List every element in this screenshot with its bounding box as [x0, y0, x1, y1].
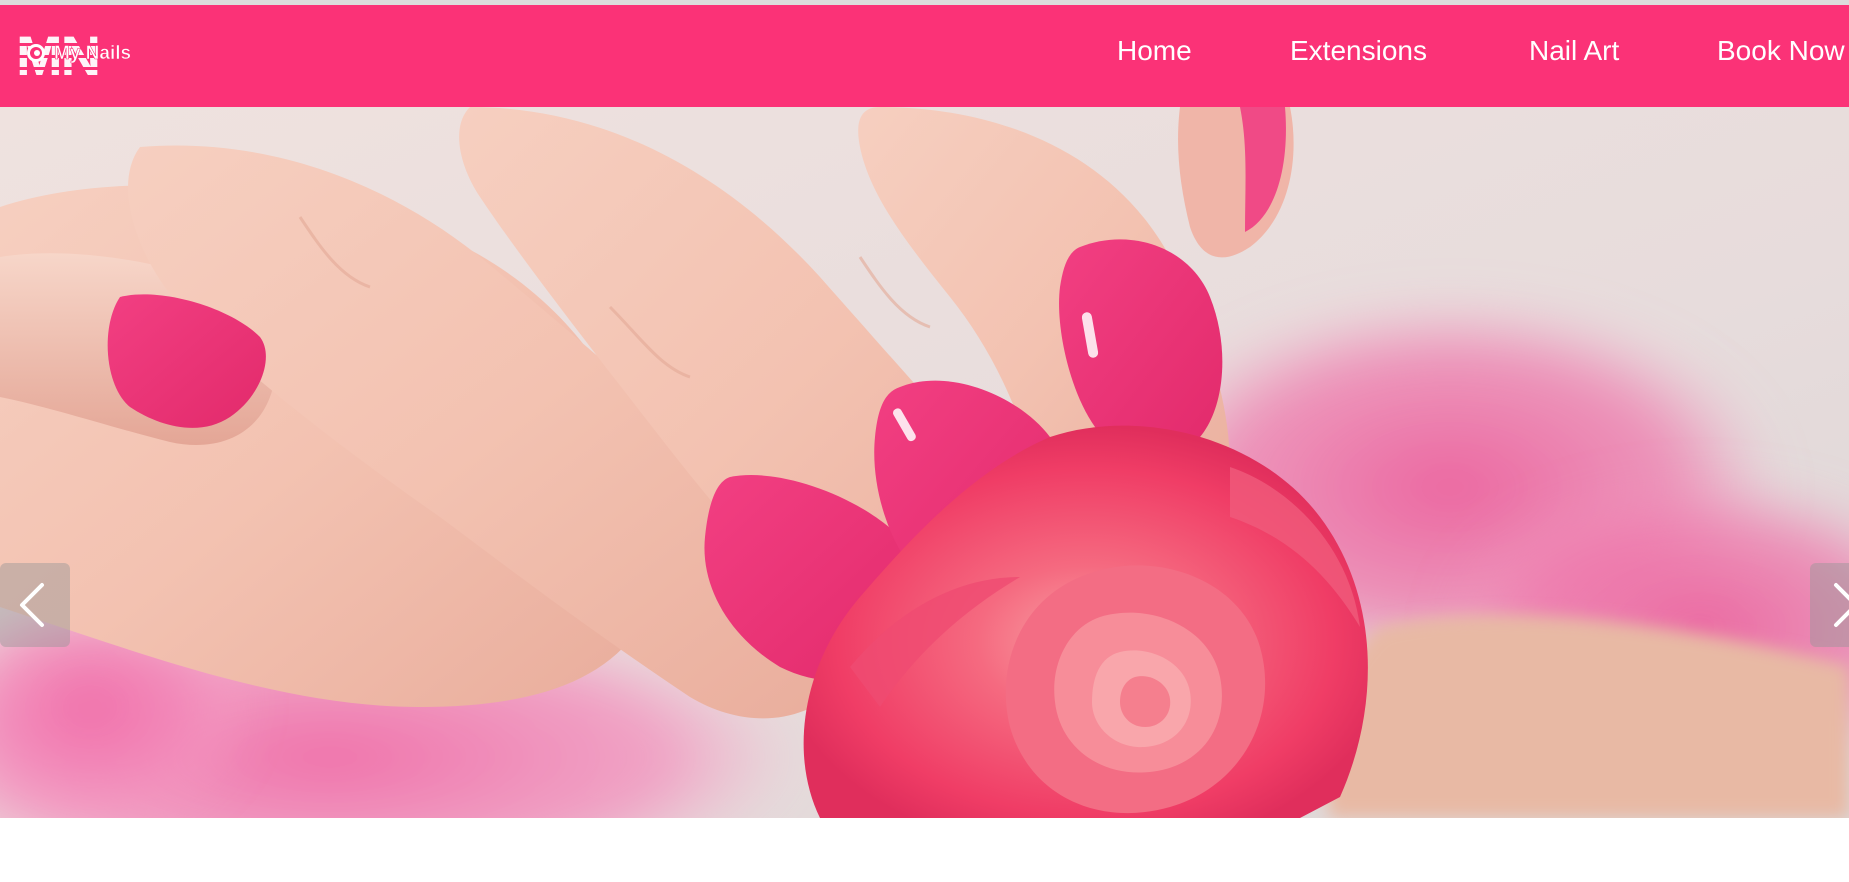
nav-nail-art[interactable]: Nail Art: [1529, 33, 1619, 69]
nav-extensions[interactable]: Extensions: [1290, 33, 1427, 69]
carousel-next-button[interactable]: [1810, 563, 1849, 647]
hero-carousel: [0, 107, 1849, 818]
main-nav: Home Extensions Nail Art Book Now: [0, 5, 1849, 107]
carousel-prev-button[interactable]: [0, 563, 70, 647]
navbar: MN My Nails Home Extensions Nail Art Boo…: [0, 5, 1849, 107]
nav-book-now[interactable]: Book Now: [1717, 33, 1845, 69]
hero-image: [0, 107, 1849, 818]
chevron-right-icon: [1834, 583, 1849, 627]
nav-home[interactable]: Home: [1117, 33, 1192, 69]
page-content-area: [0, 818, 1849, 882]
chevron-left-icon: [20, 583, 44, 627]
